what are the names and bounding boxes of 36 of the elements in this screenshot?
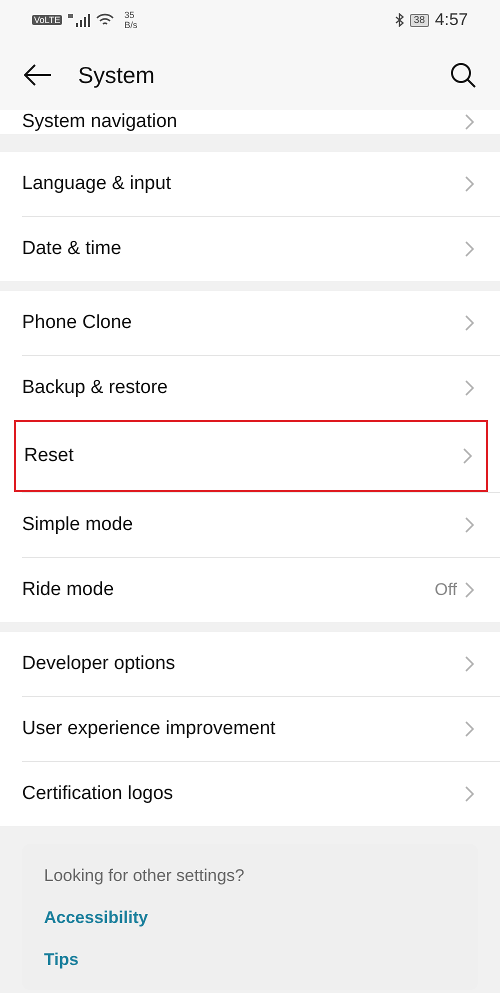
settings-item[interactable]: Ride mode Off bbox=[22, 557, 500, 622]
chevron-icon bbox=[465, 517, 474, 533]
chevron-icon bbox=[463, 448, 472, 464]
page-title: System bbox=[78, 62, 156, 88]
chevron-icon bbox=[465, 380, 474, 396]
chevron-icon bbox=[465, 656, 474, 672]
settings-item[interactable]: Phone Clone bbox=[22, 291, 500, 355]
settings-item[interactable]: Reset bbox=[14, 420, 488, 492]
item-value: Off bbox=[434, 580, 457, 600]
settings-item[interactable]: User experience improvement bbox=[22, 696, 500, 761]
chevron-icon bbox=[465, 241, 474, 257]
settings-item[interactable]: Date & time bbox=[22, 216, 500, 281]
signal-icon bbox=[68, 13, 90, 27]
chevron-icon bbox=[465, 114, 474, 130]
wifi-icon bbox=[96, 13, 114, 27]
settings-item[interactable]: Simple mode bbox=[22, 492, 500, 557]
network-speed: 35 bbox=[124, 10, 136, 20]
suggestion-link[interactable]: Accessibility bbox=[44, 908, 456, 928]
suggestion-link[interactable]: Tips bbox=[44, 950, 456, 970]
settings-item[interactable]: Certification logos bbox=[22, 761, 500, 826]
network-speed-unit: B/s bbox=[124, 20, 138, 30]
chevron-icon bbox=[465, 315, 474, 331]
settings-item[interactable]: Developer options bbox=[22, 632, 500, 696]
chevron-icon bbox=[465, 786, 474, 802]
chevron-icon bbox=[465, 582, 474, 598]
bluetooth-icon bbox=[394, 13, 404, 27]
settings-item[interactable]: Backup & restore bbox=[22, 355, 500, 420]
clock: 4:57 bbox=[434, 10, 468, 30]
battery-indicator: 38 bbox=[410, 14, 429, 26]
volte-indicator: VoLTE bbox=[32, 15, 62, 25]
search-icon[interactable] bbox=[450, 62, 476, 88]
chevron-icon bbox=[465, 721, 474, 737]
suggestions-title: Looking for other settings? bbox=[44, 866, 246, 886]
settings-item[interactable]: Language & input bbox=[22, 152, 500, 216]
back-arrow-icon[interactable] bbox=[24, 64, 52, 86]
chevron-icon bbox=[465, 176, 474, 192]
